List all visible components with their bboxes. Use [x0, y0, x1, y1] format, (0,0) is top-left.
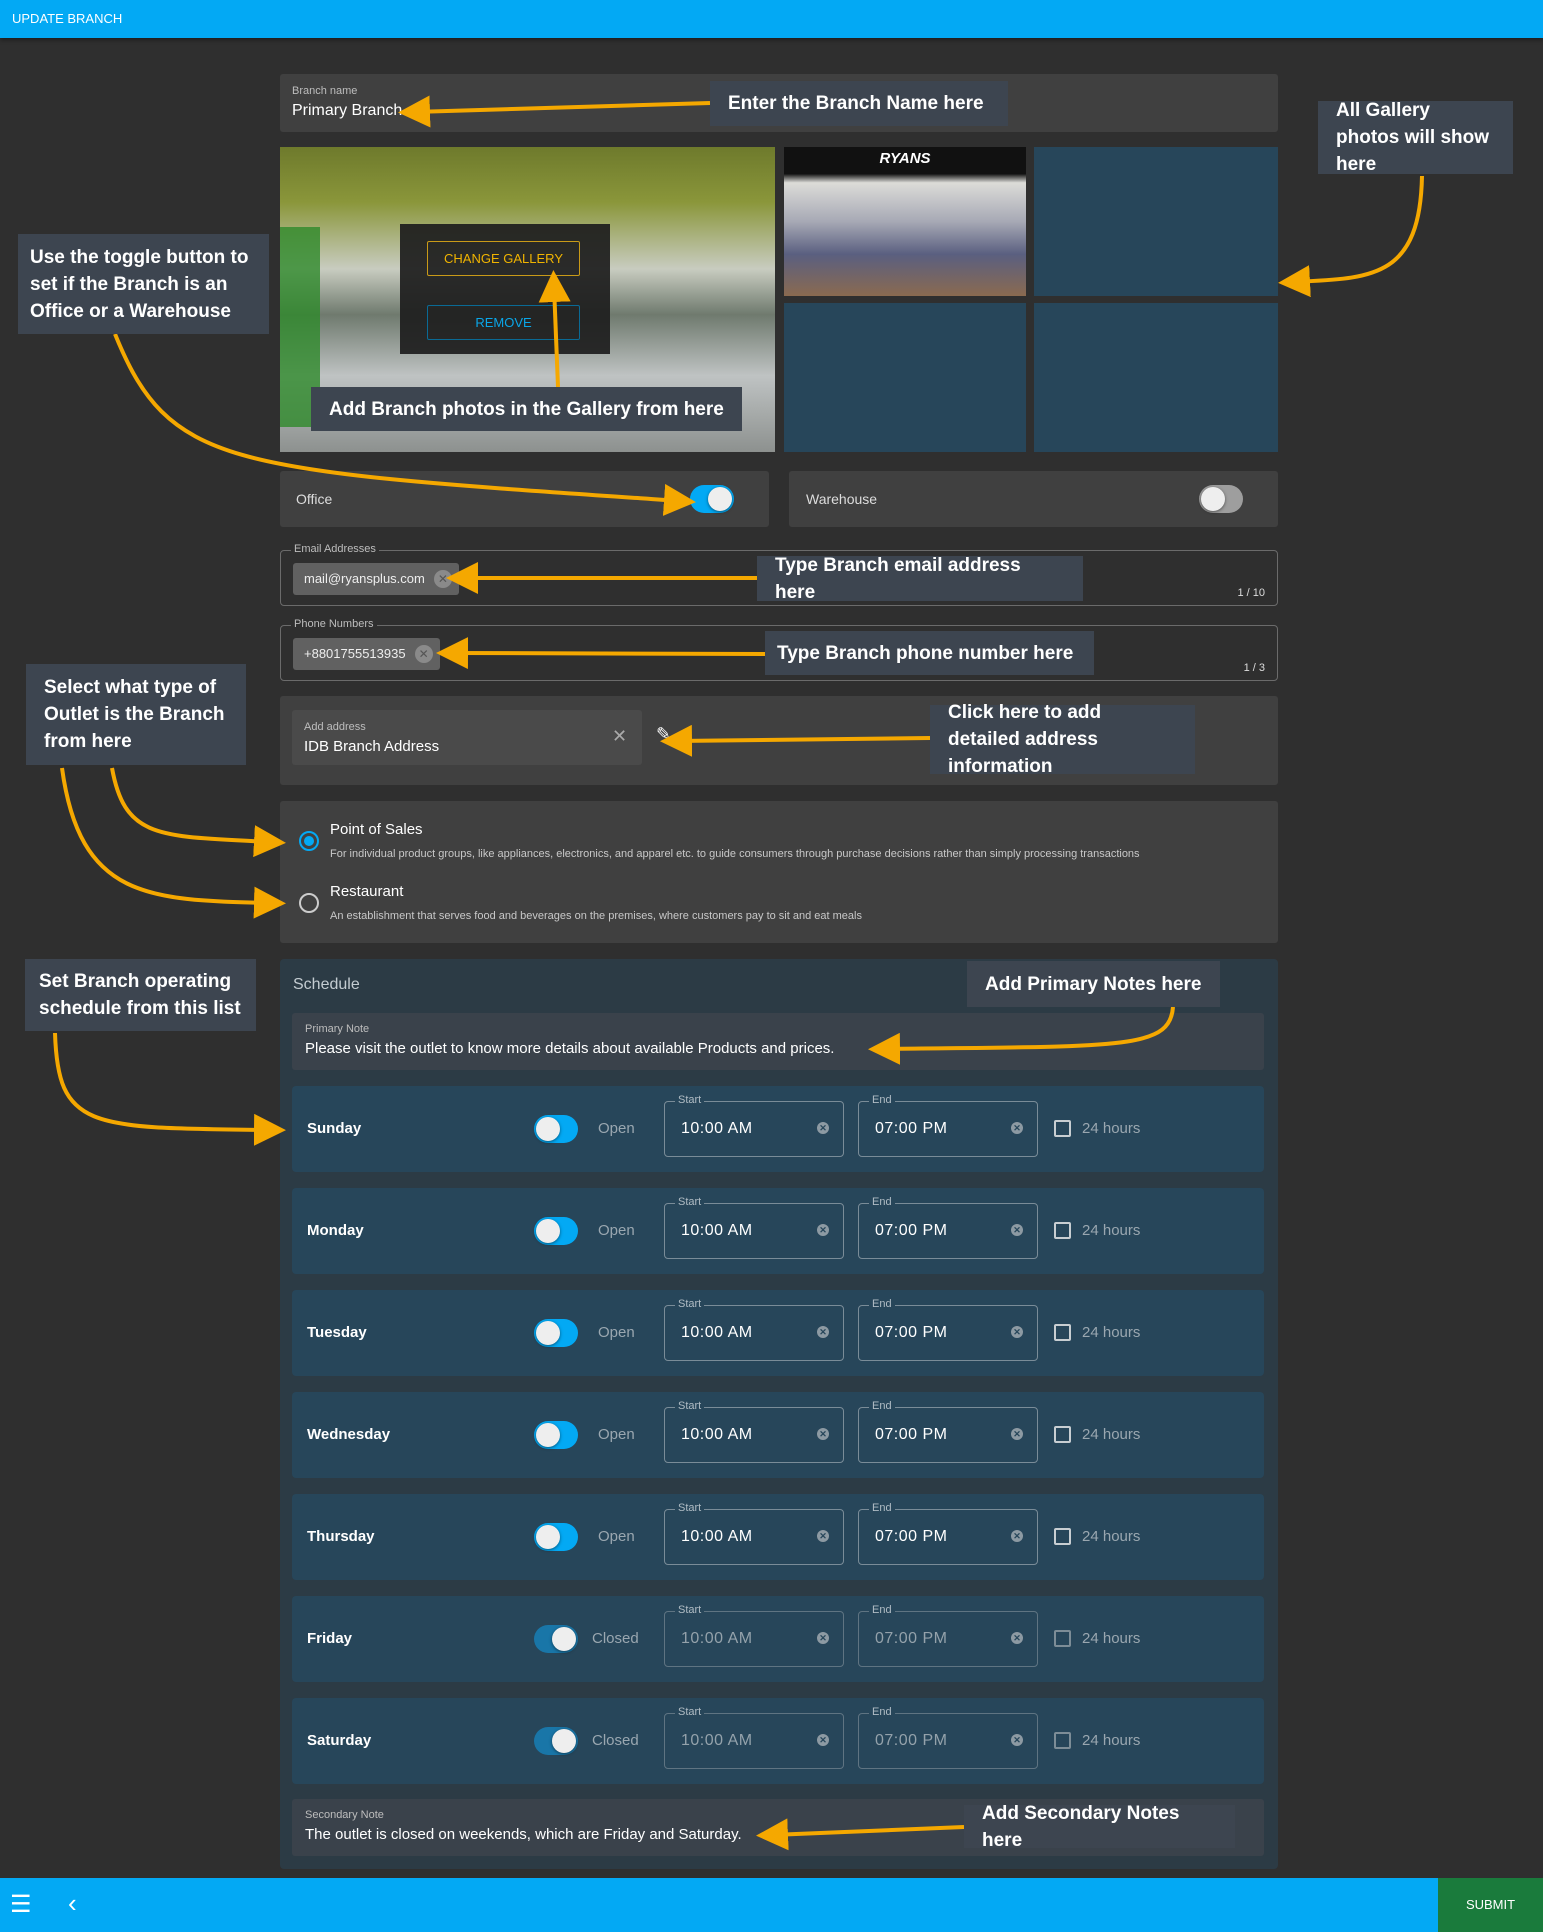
annotation-secondary-note: Add Secondary Notes here [964, 1803, 1235, 1851]
annotation-schedule: Set Branch operating schedule from this … [25, 959, 256, 1031]
arrow-outlet-restaurant [60, 767, 286, 919]
arrow-phone [436, 637, 766, 670]
arrow-outlet-pos [110, 767, 286, 858]
annotation-email: Type Branch email address here [757, 555, 1083, 603]
annotation-outlet: Select what type of Outlet is the Branch… [26, 664, 246, 765]
arrow-branch-name [398, 95, 711, 128]
annotation-primary-note: Add Primary Notes here [967, 961, 1220, 1007]
annotation-toggle: Use the toggle button to set if the Bran… [18, 234, 269, 334]
annotation-phone: Type Branch phone number here [765, 631, 1094, 675]
annotation-branch-name: Enter the Branch Name here [710, 81, 1008, 126]
arrow-primary-note [868, 1006, 1175, 1065]
annotation-photos: Add Branch photos in the Gallery from he… [311, 387, 742, 431]
arrow-schedule [53, 1032, 286, 1146]
arrow-photos [538, 270, 571, 388]
annotation-gallery: All Gallery photos will show here [1318, 100, 1513, 175]
annotation-address: Click here to add detailed address infor… [930, 702, 1195, 777]
arrow-secondary-note [756, 1818, 965, 1851]
arrow-address [660, 724, 931, 757]
arrow-gallery [1278, 175, 1424, 298]
